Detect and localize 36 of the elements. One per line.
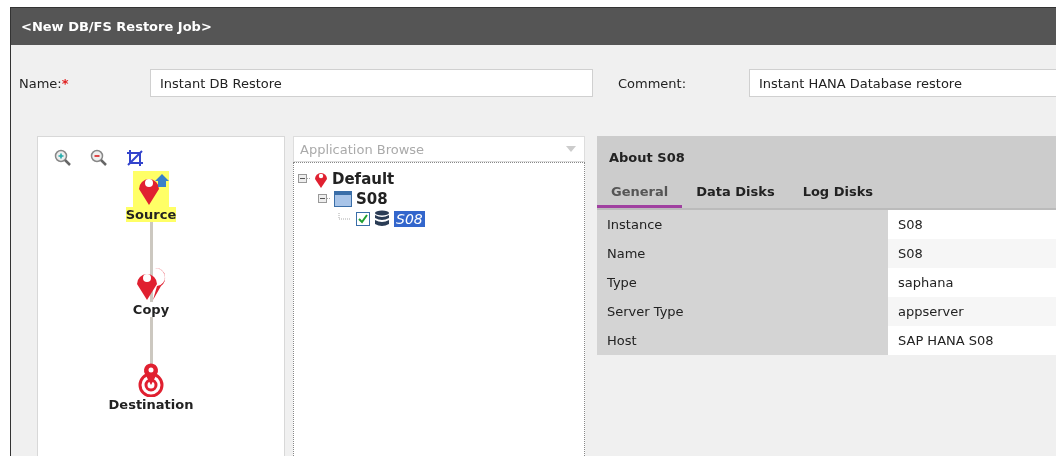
window-title: <New DB/FS Restore Job> [21, 19, 212, 34]
required-mark: * [61, 75, 69, 91]
property-label: Name [597, 239, 888, 268]
comment-field[interactable]: Instant HANA Database restore [749, 69, 1056, 97]
dropdown-arrow-icon [566, 146, 576, 152]
property-value: S08 [888, 210, 1056, 239]
name-field[interactable]: Instant DB Restore [150, 69, 593, 97]
property-value: S08 [888, 239, 1056, 268]
crop-icon[interactable] [126, 149, 144, 167]
property-label: Host [597, 326, 888, 355]
zoom-out-icon[interactable] [90, 149, 108, 167]
tree-item[interactable]: S08 [356, 190, 388, 208]
step-label[interactable]: Destination [108, 397, 194, 412]
step-label[interactable]: Source [125, 207, 177, 222]
property-value: saphana [888, 268, 1056, 297]
collapse-icon[interactable] [318, 194, 330, 204]
property-value: SAP HANA S08 [888, 326, 1056, 355]
database-icon [374, 210, 390, 228]
property-label: Type [597, 268, 888, 297]
property-value: appserver [888, 297, 1056, 326]
collapse-icon[interactable] [298, 174, 310, 184]
comment-label: Comment: [618, 75, 688, 91]
checkbox[interactable] [356, 212, 370, 226]
tab[interactable]: Data Disks [682, 184, 789, 208]
step-label[interactable]: Copy [132, 302, 170, 317]
property-label: Instance [597, 210, 888, 239]
tab[interactable]: Log Disks [788, 184, 888, 208]
name-label: Name: [19, 75, 62, 91]
property-label: Server Type [597, 297, 888, 326]
pin-icon [314, 170, 328, 188]
tree-item[interactable]: Default [332, 170, 395, 188]
dropdown-placeholder: Application Browse [300, 141, 425, 157]
zoom-in-icon[interactable] [54, 149, 72, 167]
window-icon [334, 191, 352, 207]
details-title: About S08 [608, 150, 686, 167]
tree-item[interactable]: S08 [394, 211, 425, 227]
